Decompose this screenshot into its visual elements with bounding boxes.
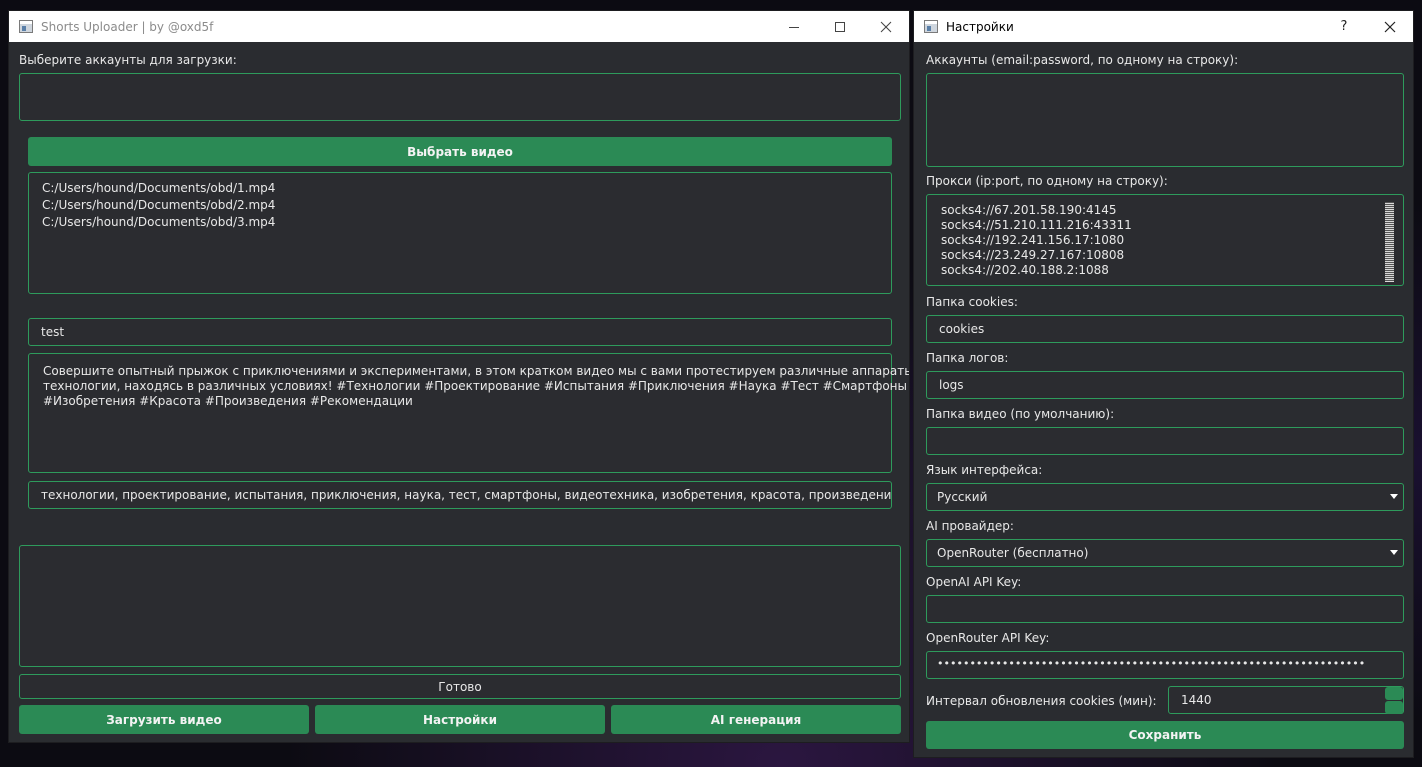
main-titlebar[interactable]: Shorts Uploader | by @oxd5f: [9, 11, 909, 42]
proxy-line: socks4://192.241.156.17:1080: [941, 233, 1125, 247]
settings-window: Настройки ? Аккаунты (email:password, по…: [913, 10, 1414, 758]
settings-button[interactable]: Настройки: [315, 705, 605, 734]
main-window-title: Shorts Uploader | by @oxd5f: [41, 19, 214, 34]
proxy-line: socks4://67.201.58.190:4145: [941, 203, 1117, 217]
upload-video-button[interactable]: Загрузить видео: [19, 705, 309, 734]
description-textarea[interactable]: Совершите опытный прыжок с приключениями…: [28, 353, 910, 473]
ai-generation-button[interactable]: AI генерация: [611, 705, 901, 734]
tags-value: технологии, проектирование, испытания, п…: [41, 488, 892, 502]
select-video-button[interactable]: Выбрать видео: [28, 137, 892, 166]
ai-provider-value: OpenRouter (бесплатно): [937, 546, 1089, 560]
close-icon[interactable]: [863, 11, 909, 42]
app-icon: [924, 20, 938, 33]
logs-folder-input[interactable]: logs: [926, 371, 1404, 399]
video-title-value: test: [41, 325, 65, 339]
openrouter-key-label: OpenRouter API Key:: [926, 631, 1050, 645]
description-line: #Изобретения #Красота #Произведения #Рек…: [43, 394, 413, 408]
list-item[interactable]: C:/Users/hound/Documents/obd/3.mp4: [42, 214, 878, 231]
openai-key-label: OpenAI API Key:: [926, 575, 1022, 589]
language-value: Русский: [937, 490, 988, 504]
maximize-icon[interactable]: [817, 11, 863, 42]
language-select[interactable]: Русский: [926, 483, 1404, 511]
settings-window-title: Настройки: [946, 19, 1014, 34]
list-item[interactable]: C:/Users/hound/Documents/obd/2.mp4: [42, 197, 878, 214]
chevron-down-icon[interactable]: [1390, 494, 1398, 499]
ai-provider-select[interactable]: OpenRouter (бесплатно): [926, 539, 1404, 567]
log-output[interactable]: [19, 545, 901, 667]
ai-provider-label: AI провайдер:: [926, 519, 1014, 533]
video-title-input[interactable]: test: [28, 318, 892, 346]
proxy-scrollbar[interactable]: [1385, 202, 1394, 282]
accounts-label: Выберите аккаунты для загрузки:: [19, 53, 237, 67]
language-label: Язык интерфейса:: [926, 463, 1043, 477]
cookie-interval-value: 1440: [1181, 693, 1212, 707]
description-line: технологии, находясь в различных условия…: [43, 379, 909, 393]
logs-folder-value: logs: [939, 378, 964, 392]
spin-up-button[interactable]: [1385, 687, 1403, 700]
status-text: Готово: [438, 679, 482, 694]
cookies-folder-label: Папка cookies:: [926, 295, 1018, 309]
cookie-interval-label: Интервал обновления cookies (мин):: [926, 694, 1157, 708]
settings-accounts-label: Аккаунты (email:password, по одному на с…: [926, 53, 1239, 67]
proxy-label: Прокси (ip:port, по одному на строку):: [926, 174, 1168, 188]
save-button[interactable]: Сохранить: [926, 721, 1404, 749]
video-files-list[interactable]: C:/Users/hound/Documents/obd/1.mp4 C:/Us…: [28, 172, 892, 294]
accounts-list[interactable]: [19, 73, 901, 121]
proxy-line: socks4://23.249.27.167:10808: [941, 248, 1125, 262]
spin-down-button[interactable]: [1385, 701, 1403, 714]
minimize-icon[interactable]: [771, 11, 817, 42]
proxy-textarea[interactable]: socks4://67.201.58.190:4145 socks4://51.…: [926, 194, 1404, 286]
openai-key-input[interactable]: [926, 595, 1404, 623]
tags-input[interactable]: технологии, проектирование, испытания, п…: [28, 481, 892, 509]
close-icon[interactable]: [1367, 11, 1413, 42]
list-item[interactable]: C:/Users/hound/Documents/obd/1.mp4: [42, 180, 878, 197]
description-line: Совершите опытный прыжок с приключениями…: [43, 364, 910, 378]
proxy-line: socks4://51.210.111.216:43311: [941, 218, 1132, 232]
status-bar: Готово: [19, 674, 901, 699]
settings-accounts-textarea[interactable]: [926, 73, 1404, 167]
cookie-interval-spinbox[interactable]: 1440: [1168, 686, 1404, 714]
cookies-folder-input[interactable]: cookies: [926, 315, 1404, 343]
proxy-line: socks4://202.40.188.2:1088: [941, 263, 1109, 277]
cookies-folder-value: cookies: [939, 322, 985, 336]
app-icon: [19, 20, 33, 33]
video-folder-label: Папка видео (по умолчанию):: [926, 407, 1115, 421]
help-icon[interactable]: ?: [1321, 11, 1367, 42]
video-folder-input[interactable]: [926, 427, 1404, 455]
settings-titlebar[interactable]: Настройки ?: [914, 11, 1413, 42]
main-window: Shorts Uploader | by @oxd5f Выберите акк…: [8, 10, 910, 743]
chevron-down-icon[interactable]: [1390, 550, 1398, 555]
logs-folder-label: Папка логов:: [926, 351, 1009, 365]
openrouter-key-value: ••••••••••••••••••••••••••••••••••••••••…: [937, 657, 1366, 670]
openrouter-key-input[interactable]: ••••••••••••••••••••••••••••••••••••••••…: [926, 651, 1404, 679]
